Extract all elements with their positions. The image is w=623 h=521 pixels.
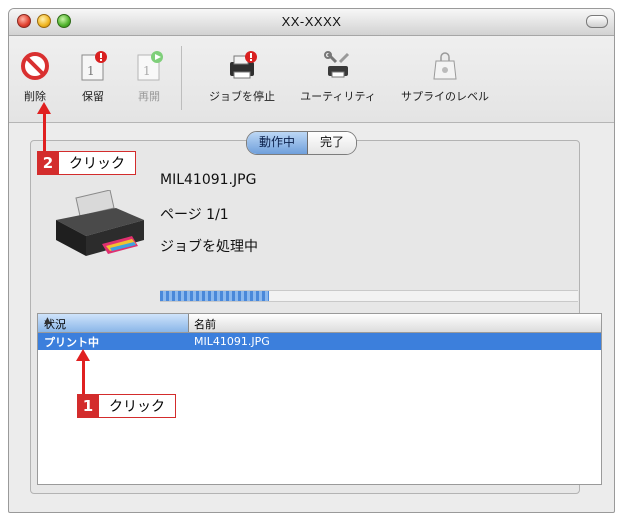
title-bar: XX-XXXX	[9, 9, 614, 36]
job-file-name: MIL41091.JPG	[160, 172, 257, 188]
delete-button[interactable]: 削除	[15, 50, 55, 104]
column-status-header[interactable]: 状況 ▲	[38, 314, 189, 332]
hold-document-icon: 1	[77, 50, 109, 82]
window-title: XX-XXXX	[281, 14, 342, 29]
utility-tools-icon	[322, 50, 354, 82]
utility-label: ユーティリティ	[300, 90, 376, 103]
stop-jobs-label: ジョブを停止	[209, 90, 275, 103]
job-status-text: ジョブを処理中	[160, 239, 258, 255]
job-filter-segmented-control: 動作中 完了	[246, 131, 358, 155]
callout-1-number: 1	[77, 395, 99, 417]
job-list-header: 状況 ▲ 名前	[38, 314, 601, 333]
row-status: プリント中	[44, 336, 99, 349]
job-progress-fill	[160, 291, 269, 301]
supply-levels-button[interactable]: サプライのレベル	[389, 50, 501, 104]
printer-stop-icon	[226, 50, 258, 82]
callout-1-text: クリック	[109, 399, 165, 415]
toolbar-separator	[181, 46, 182, 110]
tab-active-jobs[interactable]: 動作中	[247, 132, 309, 154]
sort-ascending-icon: ▲	[44, 316, 51, 326]
resume-label: 再開	[138, 90, 160, 103]
toolbar: 削除 1 保留 1 再開 ジョブを停止 ユーティリティ サプライのレベル	[9, 36, 614, 123]
tab-completed-jobs[interactable]: 完了	[308, 132, 357, 154]
resume-button[interactable]: 1 再開	[129, 50, 169, 104]
printer-icon	[52, 189, 148, 264]
resume-document-icon: 1	[133, 50, 165, 82]
hold-button[interactable]: 1 保留	[73, 50, 113, 104]
job-page-count: ページ 1/1	[160, 207, 229, 223]
row-file-name: MIL41091.JPG	[194, 335, 270, 348]
callout-1: 1 クリック	[77, 394, 176, 418]
delete-icon	[19, 50, 51, 82]
callout-2-number: 2	[37, 152, 59, 174]
stop-jobs-button[interactable]: ジョブを停止	[197, 50, 287, 104]
svg-text:1: 1	[87, 64, 95, 78]
callout-arrow-2	[37, 102, 51, 152]
callout-2: 2 クリック	[37, 151, 136, 175]
shopping-bag-icon	[429, 50, 461, 82]
callout-2-text: クリック	[69, 156, 125, 172]
job-progress-bar	[160, 290, 578, 302]
table-row[interactable]: プリント中 MIL41091.JPG	[38, 333, 601, 350]
hold-label: 保留	[82, 90, 104, 103]
toolbar-toggle-button[interactable]	[586, 15, 608, 28]
column-name-label[interactable]: 名前	[194, 316, 216, 332]
callout-arrow-1	[76, 349, 90, 395]
utility-button[interactable]: ユーティリティ	[293, 50, 383, 104]
supply-levels-label: サプライのレベル	[401, 90, 489, 103]
svg-text:1: 1	[143, 64, 151, 78]
